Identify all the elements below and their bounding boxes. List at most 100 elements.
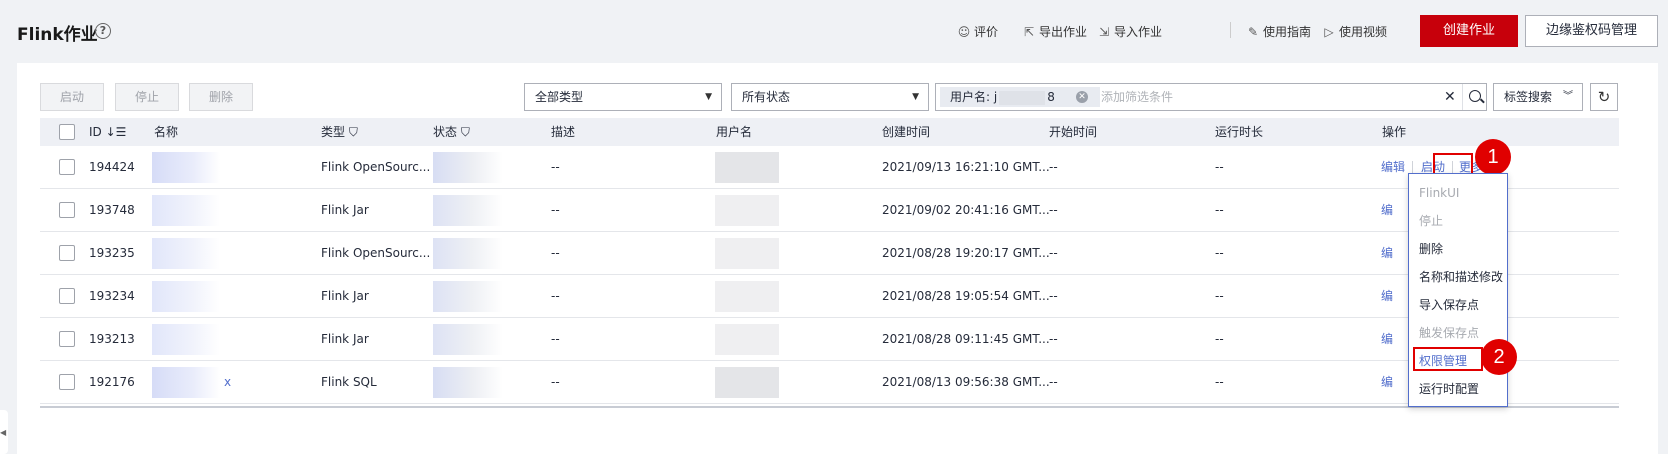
job-type: Flink OpenSourc... [321, 160, 431, 174]
delete-button[interactable]: 删除 [189, 83, 253, 111]
job-description: -- [551, 160, 560, 174]
import-job-link[interactable]: ⇲ 导入作业 [1097, 23, 1162, 40]
start-time: -- [1049, 375, 1058, 389]
created-time: 2021/08/28 09:11:45 GMT... [882, 332, 1050, 346]
menu-item-rename[interactable]: 名称和描述修改 [1419, 269, 1503, 285]
highlight-box-permission [1413, 347, 1483, 371]
edge-auth-code-button[interactable]: 边缘鉴权码管理 [1525, 15, 1658, 47]
video-link[interactable]: ▷ 使用视频 [1322, 23, 1387, 40]
redacted-job-name[interactable] [152, 367, 220, 398]
table-row[interactable]: 193213 Flink Jar -- 2021/08/28 09:11:45 … [40, 318, 1619, 361]
job-name-suffix[interactable]: x [224, 361, 231, 404]
column-status[interactable]: 状态 ⛉ [433, 118, 470, 146]
menu-item-import-savepoint[interactable]: 导入保存点 [1419, 297, 1479, 313]
user-guide-link[interactable]: ✎ 使用指南 [1246, 23, 1311, 40]
redacted-job-name[interactable] [152, 324, 220, 355]
status-select[interactable]: 所有状态 ▼ [731, 83, 929, 111]
job-description: -- [551, 289, 560, 303]
redacted-status [433, 238, 503, 269]
search-icon[interactable] [1469, 90, 1481, 102]
job-type: Flink OpenSourc... [321, 246, 431, 260]
redacted-job-name[interactable] [152, 152, 220, 183]
table-bottom-border [40, 406, 1619, 408]
start-time: -- [1049, 160, 1058, 174]
column-username: 用户名 [716, 125, 753, 139]
table-row[interactable]: 193234 Flink Jar -- 2021/08/28 19:05:54 … [40, 275, 1619, 318]
runtime: -- [1215, 289, 1224, 303]
created-time: 2021/08/13 09:56:38 GMT... [882, 375, 1050, 389]
export-job-link[interactable]: ⇱ 导出作业 [1022, 23, 1087, 40]
column-id[interactable]: ID ↓☰ [89, 118, 126, 146]
chip-remove-icon[interactable]: ✕ [1076, 91, 1088, 103]
caret-left-icon: ◀ [0, 428, 7, 437]
redacted-status [433, 152, 503, 183]
double-chevron-down-icon: ︾ [1563, 91, 1573, 102]
edit-link[interactable]: 编辑 [1381, 146, 1405, 189]
job-type: Flink Jar [321, 203, 369, 217]
side-collapse-handle[interactable]: ◀ [0, 410, 8, 454]
table-row[interactable]: 193235 Flink OpenSourc... -- 2021/08/28 … [40, 232, 1619, 275]
callout-badge-1: 1 [1475, 139, 1511, 175]
filter-search-box[interactable]: 用户名: j8 ✕ 添加筛选条件 ✕ [935, 83, 1487, 111]
tag-search-button[interactable]: 标签搜索 ︾ [1493, 83, 1583, 111]
document-icon: ✎ [1247, 24, 1259, 39]
column-runtime: 运行时长 [1215, 125, 1264, 139]
menu-item-flinkui[interactable]: FlinkUI [1419, 185, 1459, 201]
column-start-time: 开始时间 [1049, 125, 1098, 139]
page-title: Flink作业 [17, 25, 98, 45]
menu-item-delete[interactable]: 删除 [1419, 241, 1443, 257]
menu-item-trigger-savepoint[interactable]: 触发保存点 [1419, 325, 1479, 341]
table-row[interactable]: 193748 Flink Jar -- 2021/09/02 20:41:16 … [40, 189, 1619, 232]
edit-link[interactable]: 编 [1381, 189, 1393, 232]
runtime: -- [1215, 375, 1224, 389]
header-divider [1230, 22, 1231, 38]
select-all-checkbox[interactable] [59, 124, 75, 140]
row-checkbox[interactable] [59, 331, 75, 347]
edit-link[interactable]: 编 [1381, 275, 1393, 318]
table-row[interactable]: 192176 x Flink SQL -- 2021/08/13 09:56:3… [40, 361, 1619, 404]
table-row[interactable]: 194424 Flink OpenSourc... -- 2021/09/13 … [40, 146, 1619, 189]
created-time: 2021/08/28 19:05:54 GMT... [882, 289, 1050, 303]
rate-link[interactable]: ☺ 评价 [957, 23, 998, 40]
created-time: 2021/09/13 16:21:10 GMT... [882, 160, 1050, 174]
redacted-job-name[interactable] [152, 281, 220, 312]
refresh-icon[interactable]: ↻ [1590, 83, 1618, 111]
menu-item-runtime-config[interactable]: 运行时配置 [1419, 381, 1479, 397]
create-job-button[interactable]: 创建作业 [1420, 15, 1518, 47]
runtime: -- [1215, 203, 1224, 217]
redacted-username [715, 281, 779, 312]
edit-link[interactable]: 编 [1381, 361, 1393, 404]
redacted-username [715, 152, 779, 183]
caret-down-icon: ▼ [912, 92, 919, 102]
edit-link[interactable]: 编 [1381, 232, 1393, 275]
filter-icon[interactable]: ⛉ [461, 125, 470, 139]
redacted-job-name[interactable] [152, 195, 220, 226]
type-select[interactable]: 全部类型 ▼ [524, 83, 722, 111]
export-icon: ⇱ [1023, 24, 1035, 39]
sort-icon[interactable]: ↓☰ [106, 125, 127, 139]
row-checkbox[interactable] [59, 245, 75, 261]
column-operations: 操作 [1382, 125, 1407, 139]
column-name: 名称 [154, 125, 179, 139]
search-input[interactable]: 添加筛选条件 [1101, 84, 1173, 110]
row-checkbox[interactable] [59, 202, 75, 218]
start-button[interactable]: 启动 [40, 83, 104, 111]
job-id: 192176 [89, 375, 135, 389]
filter-icon[interactable]: ⛉ [349, 125, 358, 139]
clear-icon[interactable]: ✕ [1444, 84, 1456, 110]
row-checkbox[interactable] [59, 159, 75, 175]
edit-link[interactable]: 编 [1381, 318, 1393, 361]
filter-chip-username[interactable]: 用户名: j8 ✕ [940, 87, 1100, 107]
caret-down-icon: ▼ [705, 92, 712, 102]
play-icon: ▷ [1324, 24, 1334, 39]
stop-button[interactable]: 停止 [115, 83, 179, 111]
runtime: -- [1215, 332, 1224, 346]
row-checkbox[interactable] [59, 288, 75, 304]
redacted-username [715, 238, 779, 269]
help-icon[interactable]: ? [95, 23, 111, 39]
row-checkbox[interactable] [59, 374, 75, 390]
redacted-job-name[interactable] [152, 238, 220, 269]
menu-item-stop[interactable]: 停止 [1419, 213, 1443, 229]
column-created-time: 创建时间 [882, 125, 931, 139]
column-type[interactable]: 类型 ⛉ [321, 118, 358, 146]
